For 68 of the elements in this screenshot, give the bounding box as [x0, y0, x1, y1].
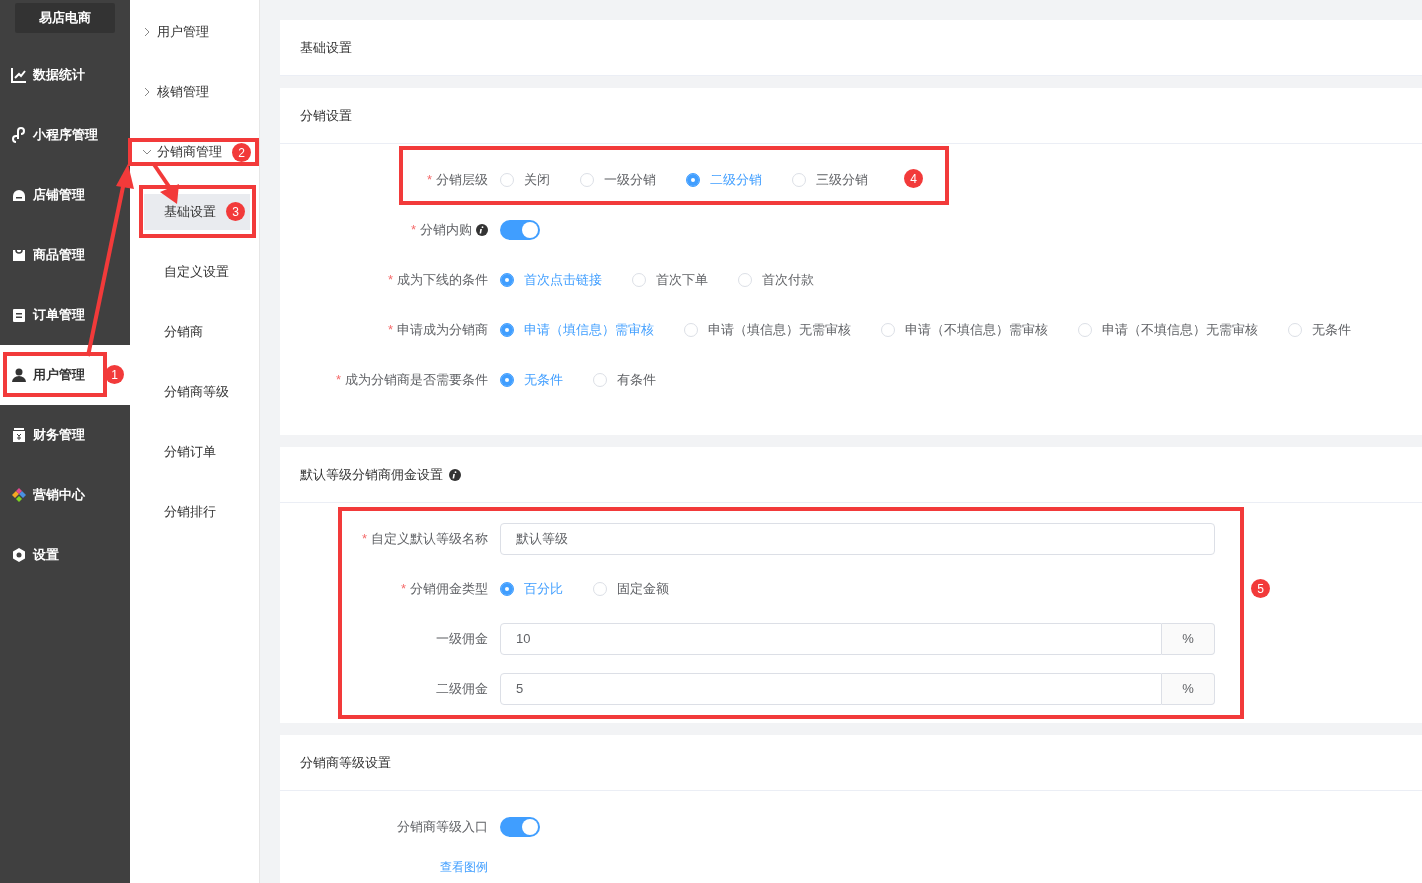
toggle-switch[interactable]	[500, 817, 540, 837]
field-label: 分销层级	[436, 171, 488, 190]
store-icon	[11, 187, 27, 203]
radio-option[interactable]: 关闭	[500, 170, 550, 190]
card-title: 分销商等级设置	[300, 753, 391, 772]
radio-option[interactable]: 申请（填信息）无需审核	[684, 320, 851, 340]
chart-icon	[11, 67, 27, 83]
required-mark: *	[361, 530, 367, 549]
field-label: 分销佣金类型	[410, 580, 488, 599]
submenu-item[interactable]: 核销管理	[130, 82, 209, 102]
submenu-item[interactable]: 分销商管理	[130, 142, 222, 162]
field-label: 成为分销商是否需要条件	[345, 371, 488, 390]
brand-logo: 易店电商	[15, 3, 115, 33]
required-mark: *	[426, 171, 432, 190]
radio-option[interactable]: 一级分销	[580, 170, 656, 190]
card-title: 分销设置	[300, 106, 352, 125]
bag-icon	[11, 247, 27, 263]
field-label: 申请成为分销商	[397, 321, 488, 340]
unit-addon: %	[1162, 623, 1215, 655]
card-title: 基础设置	[300, 38, 352, 57]
radio-option[interactable]: 有条件	[593, 370, 656, 390]
sidebar-item[interactable]: 数据统计	[0, 45, 130, 105]
card-title: 默认等级分销商佣金设置	[300, 465, 443, 484]
submenu-item[interactable]: 自定义设置	[130, 254, 250, 290]
submenu-item[interactable]: 分销商等级	[130, 374, 250, 410]
chevron-icon	[142, 147, 152, 157]
field-label: 成为下线的条件	[397, 271, 488, 290]
sidebar-item[interactable]: 财务管理	[0, 405, 130, 465]
wallet-icon	[11, 427, 27, 443]
text-field[interactable]: 默认等级	[500, 523, 1215, 555]
radio-option[interactable]: 固定金额	[593, 579, 669, 599]
required-mark: *	[387, 271, 393, 290]
unit-addon: %	[1162, 673, 1215, 705]
sidebar-item[interactable]: 营销中心	[0, 465, 130, 525]
field-label: 二级佣金	[436, 680, 488, 699]
sidebar-item[interactable]: 订单管理	[0, 285, 130, 345]
number-field[interactable]: 10	[500, 623, 1162, 655]
required-mark: *	[400, 580, 406, 599]
submenu-item[interactable]: 分销排行	[130, 494, 250, 530]
radio-option[interactable]: 申请（不填信息）需审核	[881, 320, 1048, 340]
chevron-icon	[142, 27, 152, 37]
submenu-item[interactable]: 用户管理	[130, 22, 209, 42]
required-mark: *	[335, 371, 341, 390]
field-label: 自定义默认等级名称	[371, 530, 488, 549]
radio-option[interactable]: 首次下单	[632, 270, 708, 290]
sidebar-item[interactable]: 小程序管理	[0, 105, 130, 165]
sidebar-item[interactable]: 店铺管理	[0, 165, 130, 225]
clipboard-icon	[11, 307, 27, 323]
sidebar-item[interactable]: 商品管理	[0, 225, 130, 285]
field-label: 分销商等级入口	[397, 818, 488, 837]
required-mark: *	[387, 321, 393, 340]
submenu-item[interactable]: 分销商	[130, 314, 250, 350]
toggle-switch[interactable]	[500, 220, 540, 240]
radio-option[interactable]: 申请（不填信息）无需审核	[1078, 320, 1258, 340]
user-icon	[11, 367, 27, 383]
radio-option[interactable]: 三级分销	[792, 170, 868, 190]
submenu-item[interactable]: 分销订单	[130, 434, 250, 470]
colorful-grid-icon	[11, 487, 27, 503]
settings-icon	[11, 547, 27, 563]
radio-option[interactable]: 无条件	[1288, 320, 1351, 340]
required-mark: *	[410, 221, 416, 240]
sidebar-item[interactable]: 设置	[0, 525, 130, 585]
number-field[interactable]: 5	[500, 673, 1162, 705]
link-icon	[11, 127, 27, 143]
radio-option[interactable]: 首次付款	[738, 270, 814, 290]
chevron-icon	[142, 87, 152, 97]
field-label: 分销内购	[420, 221, 472, 240]
field-label: 一级佣金	[436, 630, 488, 649]
